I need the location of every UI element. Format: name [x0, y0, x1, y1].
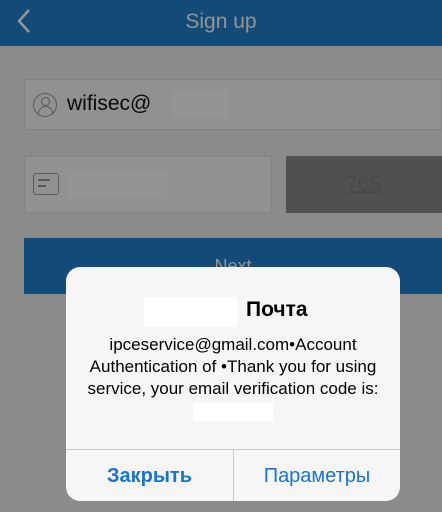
alert-message-text: ipceservice@gmail.com•Account Authentica… [87, 335, 379, 398]
alert-message: ipceservice@gmail.com•Account Authentica… [80, 334, 386, 422]
alert-buttons: Закрыть Параметры [66, 449, 400, 501]
redacted-block [193, 402, 273, 421]
close-button[interactable]: Закрыть [66, 450, 233, 501]
alert-title-row: Почта [66, 295, 400, 327]
options-button[interactable]: Параметры [233, 450, 400, 501]
alert-title: Почта [246, 298, 308, 321]
notification-alert: Почта ipceservice@gmail.com•Account Auth… [66, 267, 400, 501]
redacted-block [144, 297, 238, 327]
